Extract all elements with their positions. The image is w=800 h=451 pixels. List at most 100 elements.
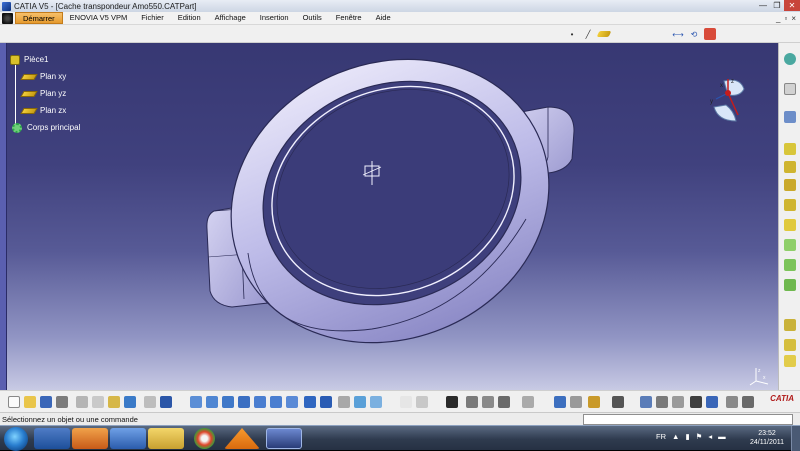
paste-icon[interactable] — [108, 396, 120, 408]
new-file-icon[interactable] — [8, 396, 20, 408]
parameters-icon[interactable] — [706, 396, 718, 408]
print-icon[interactable] — [56, 396, 68, 408]
3d-viewport[interactable]: Pièce1 Plan xy Plan yz Plan zx Corps pri… — [0, 43, 778, 390]
media-player-icon[interactable] — [110, 428, 146, 449]
line-icon[interactable]: ╱ — [582, 28, 594, 40]
start-button[interactable] — [4, 427, 28, 451]
menu-enovia[interactable]: ENOVIA V5 VPM — [63, 12, 135, 24]
numeric-value-icon[interactable] — [690, 396, 702, 408]
doc-restore-button[interactable]: ▫ — [784, 14, 787, 23]
zoom-out-icon[interactable] — [270, 396, 282, 408]
constraint-icon[interactable] — [640, 396, 652, 408]
undo-icon[interactable] — [124, 396, 136, 408]
vlc-icon[interactable] — [224, 428, 260, 449]
open-folder-icon[interactable] — [24, 396, 36, 408]
rotate-icon[interactable] — [238, 396, 250, 408]
close-button[interactable]: ✕ — [784, 0, 800, 11]
multi-view-icon[interactable] — [304, 396, 316, 408]
zoom-in-icon[interactable] — [254, 396, 266, 408]
internet-explorer-icon[interactable] — [34, 428, 70, 449]
taskbar-clock[interactable]: 23:52 24/11/2011 — [745, 429, 789, 447]
document-window-controls: _ ▫ × — [776, 14, 800, 23]
menu-aide[interactable]: Aide — [369, 12, 398, 24]
catalog-icon[interactable] — [482, 396, 494, 408]
compass-y-label: y — [710, 99, 713, 105]
transform-icon[interactable] — [784, 339, 796, 351]
flag-icon[interactable]: ⚑ — [696, 432, 703, 441]
normal-view-icon[interactable] — [286, 396, 298, 408]
minimize-button[interactable]: — — [756, 0, 770, 11]
shaft-icon[interactable] — [784, 179, 796, 191]
knowledge-icon[interactable] — [466, 396, 478, 408]
menu-fichier[interactable]: Fichier — [134, 12, 171, 24]
redo-icon[interactable] — [144, 396, 156, 408]
iso-view-icon[interactable] — [320, 396, 332, 408]
photo-studio-icon[interactable] — [612, 396, 624, 408]
chevron-up-icon[interactable]: ▲ — [672, 432, 679, 441]
command-input[interactable] — [583, 414, 793, 425]
menu-outils[interactable]: Outils — [296, 12, 329, 24]
help-icon[interactable] — [160, 396, 172, 408]
measure-item-icon[interactable]: ⟲ — [688, 28, 700, 40]
pattern-icon[interactable] — [784, 355, 796, 367]
analysis-icon[interactable] — [554, 396, 566, 408]
boolean-icon[interactable] — [784, 319, 796, 331]
select-arrow-icon[interactable] — [784, 83, 796, 95]
menu-fenetre[interactable]: Fenêtre — [329, 12, 369, 24]
hide-show-icon[interactable] — [354, 396, 366, 408]
save-icon[interactable] — [40, 396, 52, 408]
catia-icon[interactable] — [266, 428, 302, 449]
dimension-icon[interactable] — [672, 396, 684, 408]
show-desktop-button[interactable] — [791, 426, 800, 451]
part-model[interactable] — [0, 43, 778, 390]
measure-between-icon[interactable] — [522, 396, 534, 408]
language-indicator[interactable]: FR — [656, 432, 666, 441]
right-toolbar — [778, 43, 800, 390]
rib-icon[interactable] — [784, 219, 796, 231]
fit-all-icon[interactable] — [206, 396, 218, 408]
title-bar: CATIA V5 - [Cache transpondeur Amo550.CA… — [0, 0, 800, 12]
menu-affichage[interactable]: Affichage — [208, 12, 253, 24]
ruler-icon[interactable] — [726, 396, 738, 408]
copy-icon[interactable] — [92, 396, 104, 408]
network-icon[interactable]: ▮ — [685, 432, 689, 441]
snap-icon[interactable] — [656, 396, 668, 408]
fly-mode-icon[interactable] — [190, 396, 202, 408]
draft-icon[interactable] — [784, 279, 796, 291]
fillet-icon[interactable] — [784, 239, 796, 251]
explorer-folder-icon[interactable] — [148, 428, 184, 449]
pocket-icon[interactable] — [784, 161, 796, 173]
volume-icon[interactable]: ◂ — [708, 432, 712, 441]
maximize-button[interactable]: ❐ — [770, 0, 784, 11]
menu-edition[interactable]: Edition — [171, 12, 208, 24]
point-icon[interactable]: • — [566, 28, 578, 40]
battery-icon[interactable]: ▬ — [718, 432, 726, 441]
gear-tool-icon[interactable] — [784, 53, 796, 65]
shading-icon[interactable] — [338, 396, 350, 408]
compass-icon[interactable]: y x z — [704, 75, 752, 127]
chamfer-icon[interactable] — [784, 259, 796, 271]
doc-minimize-button[interactable]: _ — [776, 14, 780, 23]
material-icon[interactable] — [588, 396, 600, 408]
sketcher-icon[interactable] — [784, 111, 796, 123]
cut-icon[interactable] — [76, 396, 88, 408]
document-menu-icon[interactable] — [2, 12, 13, 24]
doc-close-button[interactable]: × — [791, 14, 796, 23]
menu-insertion[interactable]: Insertion — [253, 12, 296, 24]
grid-icon[interactable] — [742, 396, 754, 408]
plane-tool-icon[interactable] — [596, 31, 612, 37]
swap-space-icon[interactable] — [370, 396, 382, 408]
scan-icon[interactable] — [498, 396, 510, 408]
pad-icon[interactable] — [784, 143, 796, 155]
hole-icon[interactable] — [784, 199, 796, 211]
firefox-icon[interactable] — [72, 428, 108, 449]
menu-demarrer[interactable]: Démarrer — [15, 12, 63, 24]
chrome-icon[interactable] — [194, 428, 215, 449]
measure-icon[interactable]: ⟷ — [672, 28, 684, 40]
pan-icon[interactable] — [222, 396, 234, 408]
formula-icon[interactable] — [400, 396, 412, 408]
table-icon[interactable] — [446, 396, 458, 408]
draft-analysis-icon[interactable] — [570, 396, 582, 408]
apply-material-icon[interactable] — [704, 28, 716, 40]
comment-icon[interactable] — [416, 396, 428, 408]
